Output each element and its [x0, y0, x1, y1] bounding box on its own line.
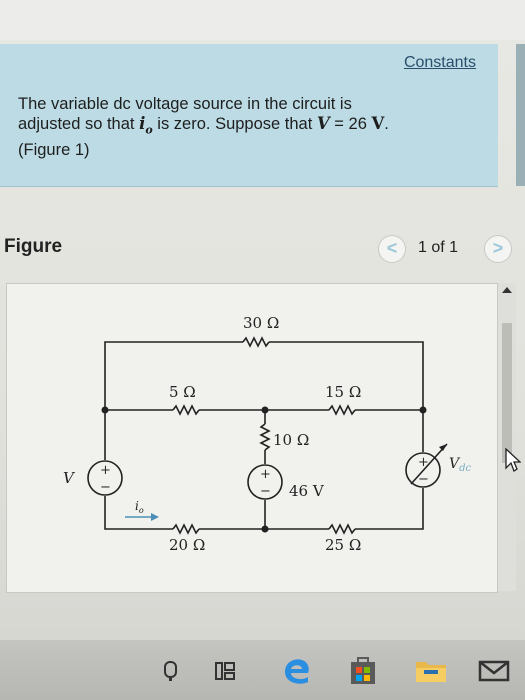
wire	[355, 488, 424, 530]
variable-arrowhead	[439, 444, 447, 451]
problem-text: .	[384, 115, 389, 133]
source-left-label: V	[63, 469, 76, 487]
scroll-thumb[interactable]	[502, 323, 512, 463]
node	[261, 525, 269, 533]
search-icon[interactable]	[162, 660, 180, 682]
chevron-left-icon: <	[386, 238, 398, 258]
next-figure-button[interactable]: >	[484, 235, 512, 263]
plus-mark: +	[100, 463, 111, 478]
minus-mark: −	[100, 480, 111, 495]
source-right-label: Vdc	[449, 456, 472, 474]
scroll-up-icon[interactable]	[502, 287, 512, 293]
variable-arrow	[410, 443, 448, 485]
constants-link[interactable]: Constants	[404, 54, 476, 72]
problem-panel: Constants The variable dc voltage source…	[0, 44, 498, 187]
page-indicator: 1 of 1	[418, 239, 459, 256]
problem-statement: The variable dc voltage source in the ci…	[18, 94, 488, 160]
top-strip	[0, 0, 525, 40]
resistor-25-zigzag	[328, 523, 356, 535]
figure-link[interactable]: (Figure 1)	[18, 141, 90, 159]
resistor-10-zigzag	[259, 423, 271, 451]
current-symbol: io	[139, 114, 153, 137]
panel-scroll-rail[interactable]	[516, 44, 525, 186]
node	[419, 406, 427, 414]
resistor-30-zigzag	[242, 336, 270, 348]
r-bottom-left-label: 20 Ω	[169, 536, 205, 554]
edge-icon[interactable]	[282, 656, 312, 686]
plus-mark: +	[260, 467, 271, 482]
figure-scrollbar[interactable]	[498, 283, 516, 591]
mouse-cursor-icon	[505, 448, 521, 472]
resistor-5-zigzag	[172, 404, 200, 416]
prev-figure-button[interactable]: <	[378, 235, 406, 263]
screen: Constants The variable dc voltage source…	[0, 0, 525, 700]
figure-title: Figure	[4, 236, 63, 257]
r-center-label: 10 Ω	[273, 431, 309, 449]
voltage-unit: V	[371, 114, 385, 133]
source-center-label: 46 V	[289, 482, 325, 500]
r-top-label: 30 Ω	[243, 314, 279, 332]
minus-mark: −	[260, 484, 271, 499]
current-label: io	[135, 499, 144, 515]
plus-mark: +	[418, 455, 429, 470]
store-icon[interactable]	[348, 654, 378, 686]
resistor-20-zigzag	[172, 523, 200, 535]
figure-header: Figure < 1 of 1 >	[0, 226, 525, 266]
r-right-mid-label: 15 Ω	[325, 383, 361, 401]
minus-mark: −	[418, 472, 429, 487]
problem-text: = 26	[329, 115, 372, 133]
voltage-symbol: V	[316, 114, 330, 133]
circuit-diagram: 30 Ω 5 Ω 15 Ω 10 Ω 20 Ω 25 Ω 46 V V Vdc …	[63, 314, 472, 554]
figure-canvas: 30 Ω 5 Ω 15 Ω 10 Ω 20 Ω 25 Ω 46 V V Vdc …	[6, 283, 498, 593]
r-bottom-right-label: 25 Ω	[325, 536, 361, 554]
node	[261, 406, 269, 414]
problem-line-1: The variable dc voltage source in the ci…	[18, 95, 352, 113]
resistor-15-zigzag	[328, 404, 356, 416]
problem-text: adjusted so that	[18, 115, 140, 133]
mail-icon[interactable]	[478, 660, 510, 682]
problem-text: is zero. Suppose that	[152, 115, 317, 133]
task-view-icon[interactable]	[214, 660, 236, 682]
chevron-right-icon: >	[492, 238, 504, 258]
node	[101, 406, 109, 414]
r-left-mid-label: 5 Ω	[169, 383, 196, 401]
taskbar	[0, 640, 525, 700]
current-arrowhead	[151, 513, 159, 521]
file-explorer-icon[interactable]	[414, 656, 448, 684]
